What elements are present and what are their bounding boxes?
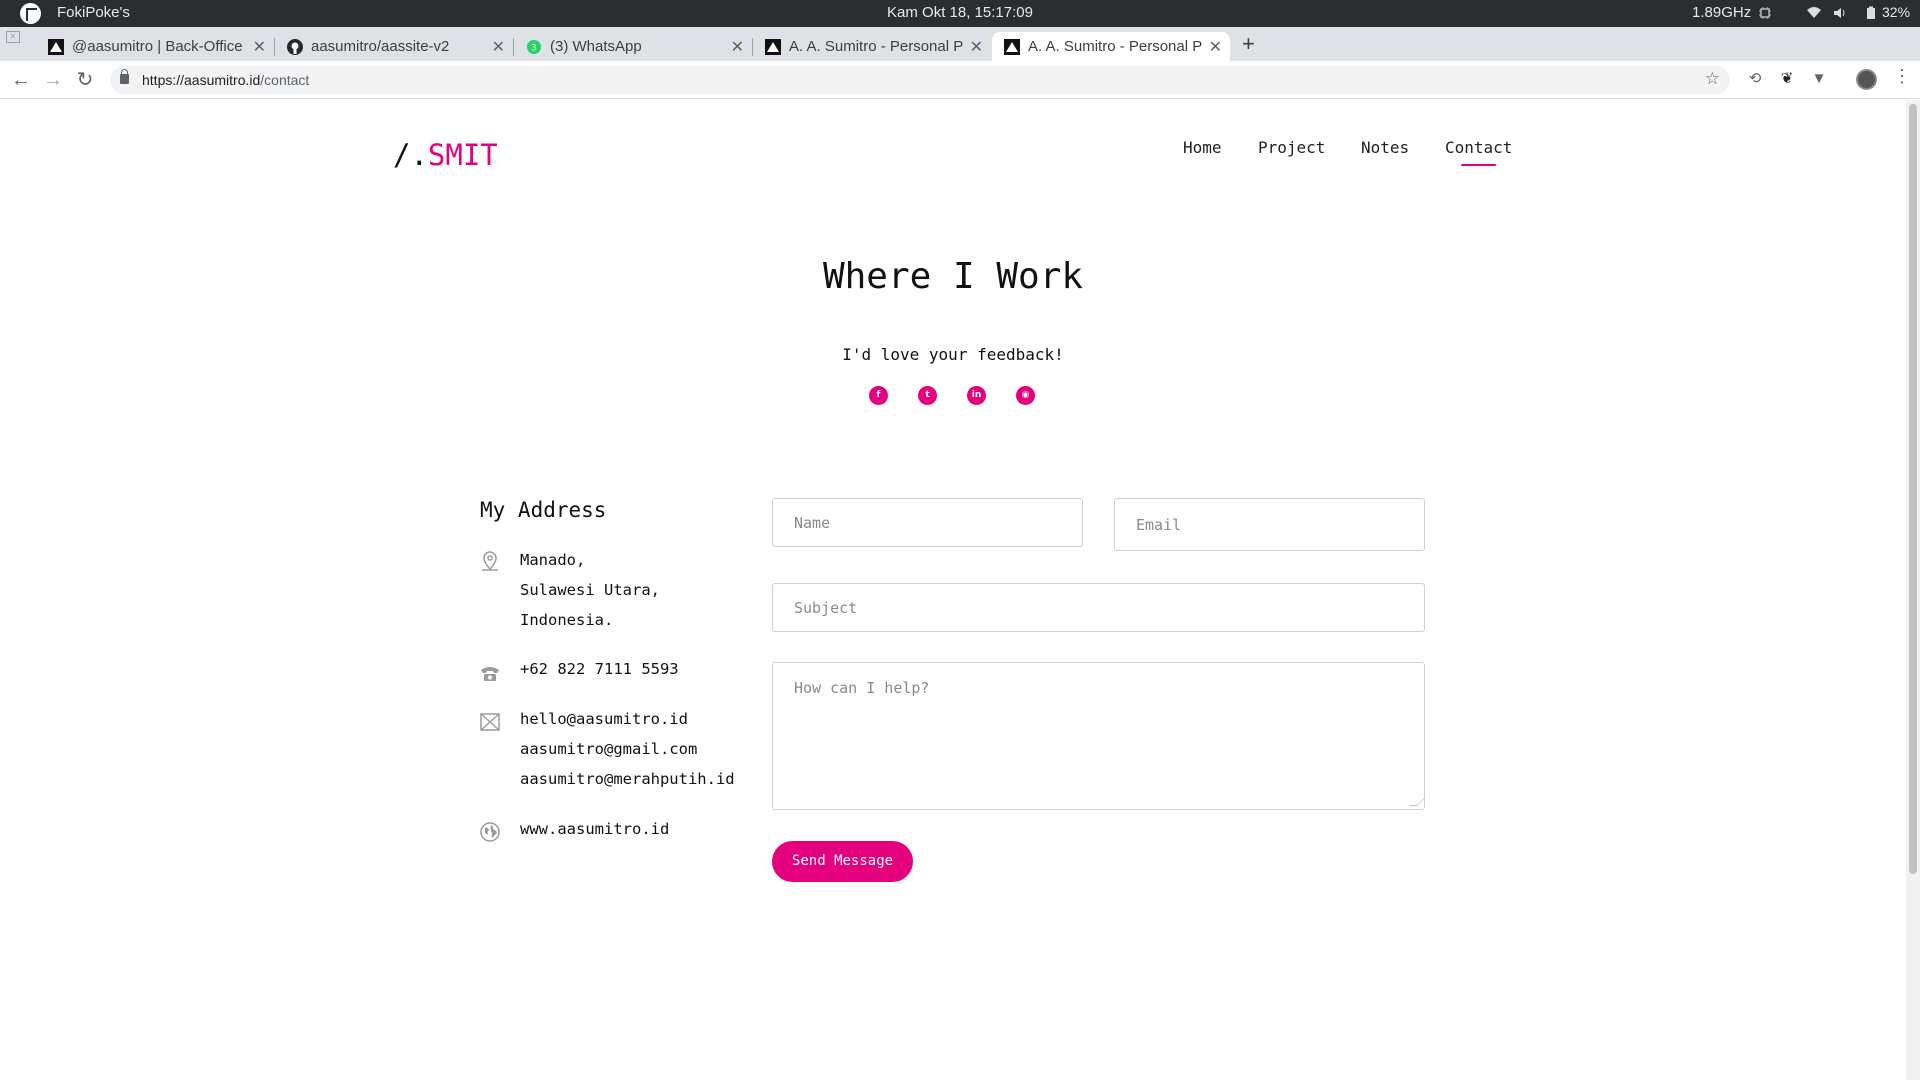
url-path: /contact	[260, 72, 310, 88]
twitter-icon[interactable]: t	[918, 386, 937, 405]
lock-icon[interactable]	[120, 69, 129, 84]
send-message-button[interactable]: Send Message	[772, 841, 913, 882]
tab-title: @aasumitro | Back-Office	[72, 38, 243, 55]
profile-avatar[interactable]	[1856, 69, 1877, 90]
close-tab-icon[interactable]: ✕	[492, 37, 505, 57]
vercel-icon	[48, 39, 64, 55]
vercel-icon	[1004, 39, 1020, 55]
close-tab-icon[interactable]: ✕	[253, 37, 266, 57]
wifi-icon[interactable]	[1807, 6, 1821, 20]
scrollbar-thumb[interactable]	[1909, 104, 1917, 874]
browser-toolbar: ← → ↻ https://aasumitro.id/contact ☆	[0, 61, 1920, 99]
globe-icon	[480, 822, 500, 842]
close-tab-icon[interactable]: ✕	[970, 37, 983, 57]
tab-title: aasumitro/aassite-v2	[311, 38, 450, 55]
address-line: Indonesia.	[520, 611, 614, 629]
cpu-frequency: 1.89GHz	[1692, 4, 1752, 21]
facebook-icon[interactable]: f	[869, 386, 888, 405]
tab-title: A. A. Sumitro - Personal Pa	[1028, 38, 1203, 55]
bookmark-star-icon[interactable]: ☆	[1705, 69, 1720, 89]
close-tab-icon[interactable]: ✕	[731, 37, 744, 57]
logo-prefix: /.	[393, 138, 428, 172]
browser-tab[interactable]: 3 (3) WhatsApp ✕	[514, 32, 753, 61]
page-subtitle: I'd love your feedback!	[842, 345, 1064, 364]
browser-menu-icon[interactable]: ⋮	[1893, 66, 1911, 87]
new-tab-button[interactable]: +	[1242, 31, 1255, 57]
whatsapp-icon: 3	[527, 40, 541, 54]
address-heading: My Address	[480, 498, 607, 522]
active-app-name: FokiPoke's	[57, 4, 130, 21]
browser-tab[interactable]: aasumitro/aassite-v2 ✕	[275, 32, 514, 61]
nav-contact[interactable]: Contact	[1445, 138, 1512, 166]
browser-tab-strip: ✕ @aasumitro | Back-Office ✕ aasumitro/a…	[0, 27, 1920, 61]
site-logo[interactable]: /.SMIT	[393, 138, 498, 172]
tab-title: (3) WhatsApp	[550, 38, 642, 55]
linkedin-icon[interactable]: in	[967, 386, 986, 405]
mail-icon	[480, 713, 500, 731]
name-field[interactable]	[772, 498, 1083, 547]
system-clock[interactable]: Kam Okt 18, 15:17:09	[0, 4, 1920, 21]
volume-icon[interactable]	[1833, 6, 1847, 20]
subject-input[interactable]	[773, 584, 1424, 631]
extension-icon[interactable]: ❦	[1778, 70, 1796, 88]
web-page: /.SMIT Home Project Notes Contact Where …	[0, 100, 1906, 1080]
address-location: Manado, Sulawesi Utara, Indonesia.	[520, 545, 660, 635]
page-title: Where I Work	[822, 256, 1084, 297]
translate-extension-icon[interactable]: ⟲	[1746, 70, 1764, 88]
github-icon[interactable]: ◉	[1016, 386, 1035, 405]
svg-text:3: 3	[531, 44, 537, 54]
email-list: hello@aasumitro.id aasumitro@gmail.com a…	[520, 704, 735, 794]
github-icon	[287, 39, 303, 55]
url-text[interactable]: https://aasumitro.id/contact	[142, 72, 309, 88]
os-logo-icon[interactable]	[20, 3, 41, 24]
nav-home[interactable]: Home	[1183, 138, 1222, 157]
browser-tab[interactable]: @aasumitro | Back-Office ✕	[36, 32, 275, 61]
back-button[interactable]: ←	[9, 68, 33, 92]
nav-project[interactable]: Project	[1258, 138, 1325, 157]
battery-percent: 32%	[1882, 4, 1911, 20]
address-bar[interactable]: https://aasumitro.id/contact ☆	[110, 66, 1730, 94]
email-input[interactable]	[1115, 499, 1424, 550]
reload-button[interactable]: ↻	[73, 68, 97, 92]
battery-icon[interactable]	[1864, 6, 1878, 20]
tab-title: A. A. Sumitro - Personal Pa	[789, 38, 964, 55]
address-line: Manado,	[520, 551, 586, 569]
phone-icon	[481, 667, 499, 681]
page-scrollbar[interactable]	[1906, 100, 1920, 1080]
subject-field[interactable]	[772, 583, 1425, 632]
email-address[interactable]: hello@aasumitro.id	[520, 704, 735, 734]
vpn-extension-icon[interactable]: ▼	[1810, 70, 1828, 88]
logo-name: SMIT	[427, 138, 498, 172]
address-line: Sulawesi Utara,	[520, 581, 660, 599]
message-textarea[interactable]	[773, 663, 1424, 809]
name-input[interactable]	[773, 499, 1082, 546]
website-link[interactable]: www.aasumitro.id	[520, 814, 669, 844]
vercel-icon	[765, 39, 781, 55]
window-menu-icon[interactable]: ✕	[6, 31, 20, 43]
nav-notes[interactable]: Notes	[1361, 138, 1409, 157]
browser-tab[interactable]: A. A. Sumitro - Personal Pa ✕	[753, 32, 991, 61]
forward-button[interactable]: →	[41, 68, 65, 92]
email-address[interactable]: aasumitro@gmail.com	[520, 734, 735, 764]
os-top-bar: FokiPoke's Kam Okt 18, 15:17:09 1.89GHz …	[0, 0, 1920, 27]
message-field[interactable]	[772, 662, 1425, 810]
cpu-chip-icon	[1759, 7, 1771, 19]
location-pin-icon	[482, 551, 498, 571]
email-address[interactable]: aasumitro@merahputih.id	[520, 764, 735, 794]
browser-tab-active[interactable]: A. A. Sumitro - Personal Pa ✕	[992, 32, 1230, 61]
phone-number[interactable]: +62 822 7111 5593	[520, 654, 679, 684]
close-tab-icon[interactable]: ✕	[1209, 37, 1222, 57]
email-field[interactable]	[1114, 498, 1425, 551]
url-host: https://aasumitro.id	[142, 72, 261, 88]
